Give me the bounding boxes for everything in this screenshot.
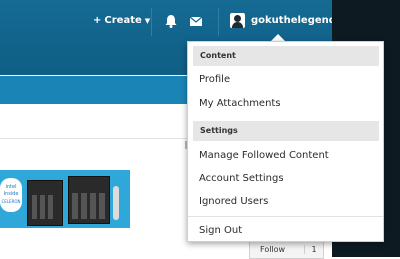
menu-item-account-settings[interactable]: Account Settings [199, 173, 284, 184]
follow-button[interactable]: Follow 1 [249, 239, 324, 259]
menu-item-my-attachments[interactable]: My Attachments [199, 98, 281, 109]
caret-down-icon: ▼ [144, 16, 151, 25]
intel-logo: intel Inside CELERON [0, 178, 22, 212]
follow-label: Follow [260, 244, 286, 254]
nas-device-image [68, 176, 110, 224]
create-menu-button[interactable]: + Create ▼ [93, 15, 150, 26]
plus-icon: + [93, 15, 102, 26]
content-section-heading: Content [193, 46, 379, 66]
advertisement-banner[interactable]: intel Inside CELERON [0, 170, 130, 228]
menu-item-ignored-users[interactable]: Ignored Users [199, 196, 268, 207]
avatar [230, 13, 245, 28]
remote-control-image [113, 186, 119, 220]
toolbar-divider [151, 8, 152, 36]
nas-device-image [27, 180, 63, 226]
envelope-icon[interactable] [189, 14, 203, 28]
user-dropdown-menu: Content Profile My Attachments Settings … [187, 41, 384, 242]
menu-item-profile[interactable]: Profile [199, 74, 230, 85]
follow-count: 1 [304, 244, 323, 254]
settings-section-heading: Settings [193, 121, 379, 141]
username-label: gokuthelegend [251, 15, 336, 26]
bell-icon[interactable] [164, 14, 178, 28]
toolbar-divider [218, 8, 219, 36]
menu-item-sign-out[interactable]: Sign Out [199, 225, 242, 236]
menu-item-manage-followed-content[interactable]: Manage Followed Content [199, 150, 329, 161]
create-label: Create [104, 15, 142, 26]
menu-divider [188, 216, 383, 217]
user-menu-button[interactable]: gokuthelegend ▼ [230, 13, 347, 28]
